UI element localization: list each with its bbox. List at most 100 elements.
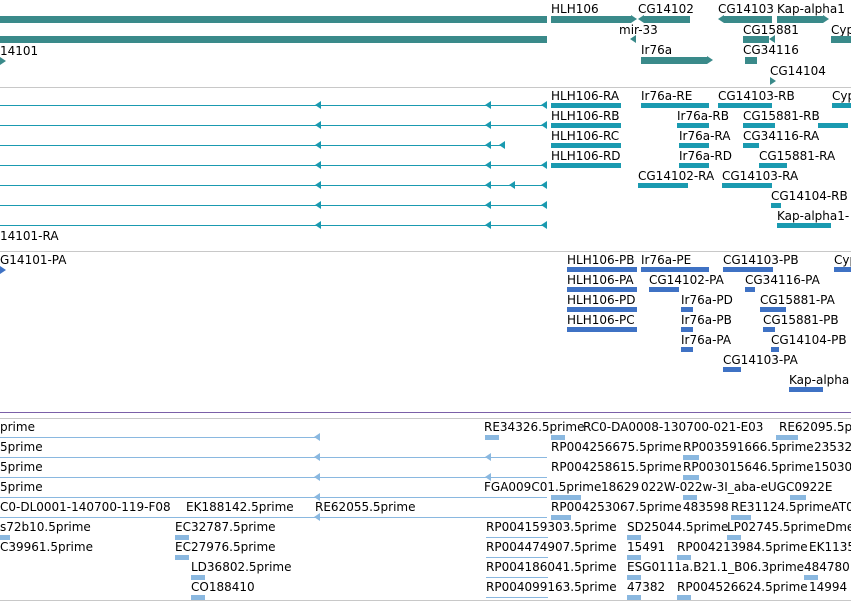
strand-arrow: [485, 221, 491, 229]
transcript-exons-cg15881-ra[interactable]: [759, 163, 787, 168]
gene-label-ir76a: Ir76a: [641, 43, 673, 57]
protein-exons-cg14104-pb[interactable]: [771, 347, 779, 352]
strand-arrow: [541, 101, 547, 109]
gene-bar-cg15881[interactable]: [743, 36, 769, 43]
est-line[interactable]: [486, 557, 548, 558]
est-arrow: [314, 433, 320, 441]
est-label: 15491: [627, 540, 666, 554]
est-label: EK1135: [809, 540, 851, 554]
est-label: prime: [0, 420, 35, 434]
protein-exons-cyp[interactable]: [834, 267, 851, 272]
protein-label-cg14103-pb: CG14103-PB: [723, 253, 799, 267]
transcript-exons-ir76a-ra[interactable]: [679, 143, 709, 148]
transcript-exons-cg14103-ra[interactable]: [722, 183, 772, 188]
protein-exons-cg15881-pb[interactable]: [763, 327, 775, 332]
gene-bar-cyp[interactable]: [831, 36, 851, 43]
gene-bar-hlh106[interactable]: [551, 16, 631, 23]
strand-arrow: [315, 221, 321, 229]
protein-exons-ir76a-pe[interactable]: [641, 267, 709, 272]
protein-exons-cg34116-pa[interactable]: [745, 287, 755, 292]
strand-arrow: [315, 161, 321, 169]
transcript-label-cg15881-rb: CG15881-RB: [743, 109, 820, 123]
transcript-intron: [0, 125, 547, 126]
est-block[interactable]: [485, 435, 499, 440]
strand-arrow: [499, 141, 505, 149]
protein-exons-ir76a-pb[interactable]: [681, 327, 693, 332]
est-label: 484780: [804, 560, 850, 574]
transcript-label-cg34116-ra: CG34116-RA: [743, 129, 820, 143]
transcript-exons-ir76a-re[interactable]: [641, 103, 709, 108]
gene-label-mir33: mir-33: [619, 23, 658, 37]
est-line[interactable]: [0, 477, 547, 478]
protein-exons-cg14103-pb[interactable]: [723, 267, 773, 272]
strand-arrow: [485, 121, 491, 129]
est-label: RP004258615.5prime: [551, 460, 682, 474]
protein-exons-cg15881-pa[interactable]: [760, 307, 786, 312]
strand-arrow: [315, 181, 321, 189]
protein-exons-hlh106-pa[interactable]: [567, 287, 637, 292]
transcript-exons-ir76a-rb[interactable]: [677, 123, 709, 128]
est-label: LP02745.5prime: [727, 520, 826, 534]
transcript-label-cg14102-ra: CG14102-RA: [638, 169, 715, 183]
gene-bar-cg14102[interactable]: [644, 16, 690, 23]
est-line[interactable]: [0, 517, 547, 518]
protein-exons-hlh106-pb[interactable]: [567, 267, 637, 272]
gene-bar-cg14101-top[interactable]: [0, 16, 547, 23]
protein-label-ir76a-pd: Ir76a-PD: [681, 293, 733, 307]
strand-arrow: [315, 101, 321, 109]
protein-exons-hlh106-pc[interactable]: [567, 327, 637, 332]
transcript-label-kap-alpha1: Kap-alpha1-: [777, 209, 850, 223]
est-block[interactable]: [175, 555, 189, 560]
strand-arrow: [541, 161, 547, 169]
transcript-exons-hlh106-rb[interactable]: [551, 123, 621, 128]
transcript-exons-cg15881-rb[interactable]: [743, 123, 775, 128]
transcript-exons-cg34116-ra[interactable]: [743, 143, 759, 148]
gene-bar-cg34116[interactable]: [745, 57, 757, 64]
est-label: C39961.5prime: [0, 540, 93, 554]
protein-label-kap-alpha: Kap-alpha: [789, 373, 850, 387]
track-divider: [0, 412, 851, 413]
transcript-exons-cg14104-rb[interactable]: [771, 203, 781, 208]
protein-exons-hlh106-pd[interactable]: [567, 307, 637, 312]
gene-bar-kap-alpha1[interactable]: [777, 16, 823, 23]
strand-arrow: [485, 201, 491, 209]
transcript-exons-kap-alpha1[interactable]: [777, 223, 831, 228]
est-line[interactable]: [486, 537, 548, 538]
est-track: prime RE34326.5prime RC0-DA0008-130700-0…: [0, 419, 851, 603]
transcript-exons-cyp[interactable]: [832, 103, 851, 108]
transcript-label-hlh106-ra: HLH106-RA: [551, 89, 620, 103]
transcript-label-hlh106-rb: HLH106-RB: [551, 109, 620, 123]
protein-exons-cg14102-pa[interactable]: [649, 287, 679, 292]
protein-exons-kap-alpha[interactable]: [789, 387, 823, 392]
transcript-label-cyp: Cyp: [832, 89, 851, 103]
gene-bar-cg14101[interactable]: [0, 36, 547, 43]
protein-exons-ir76a-pa[interactable]: [681, 347, 693, 352]
protein-exons-ir76a-pd[interactable]: [681, 307, 693, 312]
est-label: RP004474907.5prime: [486, 540, 617, 554]
transcript-exons-hlh106-ra[interactable]: [551, 103, 621, 108]
transcript-exons-ir76a-rd[interactable]: [679, 163, 709, 168]
transcript-exons-cg15881-rb-2[interactable]: [818, 123, 848, 128]
est-line[interactable]: [0, 497, 547, 498]
protein-exons-cg14103-pa[interactable]: [723, 367, 741, 372]
est-line[interactable]: [486, 597, 548, 598]
est-line[interactable]: [0, 457, 547, 458]
est-line[interactable]: [0, 437, 320, 438]
gene-label-cg14101: 14101: [0, 44, 39, 58]
protein-label-cg14101-pa: G14101-PA: [0, 253, 67, 267]
protein-label-hlh106-pb: HLH106-PB: [567, 253, 635, 267]
gene-bar-ir76a[interactable]: [641, 57, 707, 64]
protein-label-hlh106-pc: HLH106-PC: [567, 313, 635, 327]
est-label: s72b10.5prime: [0, 520, 91, 534]
est-label: EC27976.5prime: [175, 540, 276, 554]
gene-arrow-cg15881: [769, 35, 775, 43]
gene-bar-cg14103[interactable]: [724, 16, 772, 23]
protein-label-hlh106-pa: HLH106-PA: [567, 273, 634, 287]
transcript-exons-hlh106-rd[interactable]: [551, 163, 621, 168]
est-line[interactable]: [486, 577, 548, 578]
est-label: Dme: [826, 520, 851, 534]
transcript-exons-hlh106-rc[interactable]: [551, 143, 621, 148]
protein-label-ir76a-pb: Ir76a-PB: [681, 313, 732, 327]
transcript-exons-cg14103-rb[interactable]: [718, 103, 772, 108]
transcript-exons-cg14102-ra[interactable]: [638, 183, 688, 188]
